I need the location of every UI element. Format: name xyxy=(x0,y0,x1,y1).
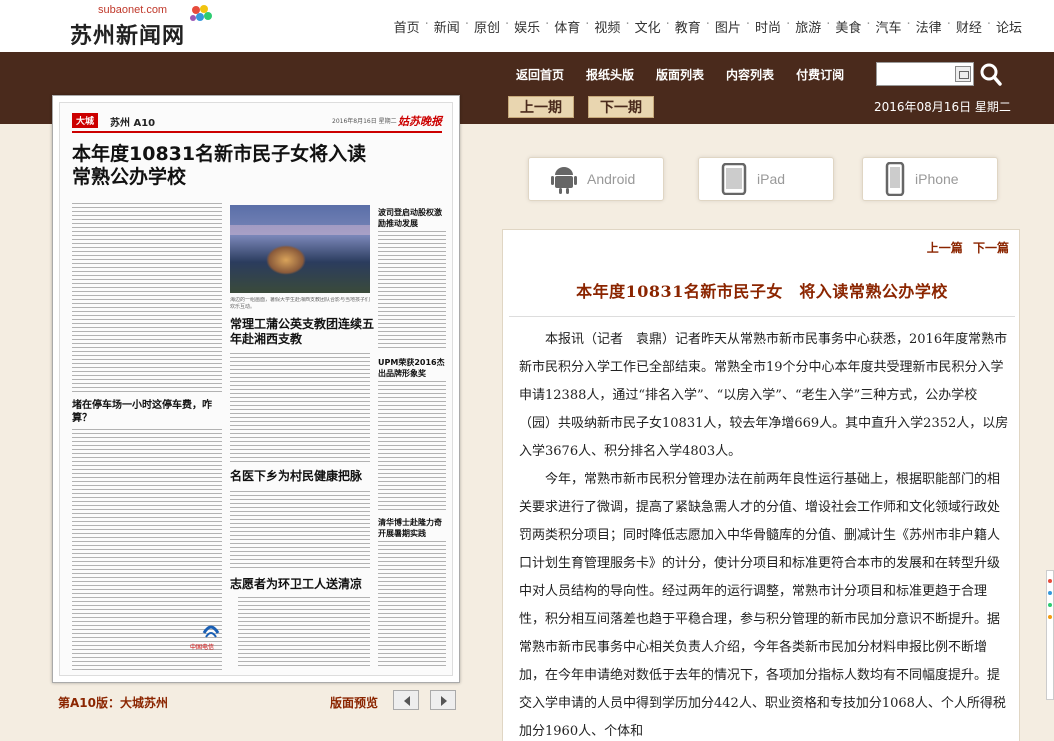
site-header: subaonet.com 苏州新闻网 首页 · 新闻 · 原创 · 娱乐 · 体育 · 视频 · 文化 ·… xyxy=(0,0,1054,52)
top-nav-item[interactable]: 文化 xyxy=(630,17,666,36)
top-nav-item[interactable]: 教育 xyxy=(670,17,706,36)
top-nav-item[interactable]: 视频 xyxy=(589,17,625,36)
article-text-block xyxy=(230,353,370,463)
prev-page-button[interactable] xyxy=(393,690,419,710)
nav-page-list[interactable]: 版面列表 xyxy=(656,66,704,83)
news-photo[interactable] xyxy=(230,205,370,293)
calendar-icon[interactable] xyxy=(955,66,971,82)
top-nav-item[interactable]: 汽车 xyxy=(871,17,907,36)
article-text-block xyxy=(378,541,446,669)
top-nav-item[interactable]: 财经 xyxy=(951,17,987,36)
sub-headline[interactable]: 堵在停车场一小时这停车费，咋算？ xyxy=(72,399,222,425)
iphone-icon xyxy=(885,162,905,196)
current-page-label[interactable]: 第A10版：大城苏州 xyxy=(58,694,168,711)
next-issue-button[interactable]: 下一期 xyxy=(588,96,654,118)
masthead-date: 2016年8月16日 星期二 xyxy=(332,118,397,125)
sub-headline[interactable]: 波司登启动股权激励推动发展 xyxy=(378,207,448,229)
photo-caption: 海边的一组画面，暑假大学生赴湘西支教团队合影与当地孩子们欢乐互动。 xyxy=(230,297,370,310)
article-title: 本年度10831名新市民子女 将入读常熟公办学校 xyxy=(576,282,948,301)
flower-logo-icon xyxy=(190,5,212,21)
top-nav-item[interactable]: 图片 xyxy=(710,17,746,36)
sub-headline[interactable]: 名医下乡为村民健康把脉 xyxy=(230,469,380,484)
article-text-block xyxy=(378,231,446,351)
article-text-block xyxy=(378,381,446,511)
ipad-app-button[interactable]: iPad xyxy=(698,157,834,201)
top-nav-item[interactable]: 论坛 xyxy=(991,17,1027,36)
arrow-left-icon xyxy=(404,696,410,706)
android-icon xyxy=(551,167,577,194)
site-logo[interactable]: subaonet.com 苏州新闻网 xyxy=(70,4,220,49)
page-preview-label: 版面预览 xyxy=(330,696,379,710)
telecom-logo-text: 中国电信 xyxy=(190,644,215,651)
ipad-icon xyxy=(721,163,747,195)
top-nav-item[interactable]: 娱乐 xyxy=(509,17,545,36)
top-nav: 首页 · 新闻 · 原创 · 娱乐 · 体育 · 视频 · 文化 · 教育 · 图片 · 时尚 · 旅游 · 美食 · 汽车 · 法… xyxy=(389,17,1027,36)
paper-nav: 返回首页 报纸头版 版面列表 内容列表 付费订阅 xyxy=(516,66,866,83)
search-icon[interactable] xyxy=(980,62,1002,86)
issue-date: 2016年08月16日 星期二 xyxy=(874,100,1011,114)
telecom-logo-icon xyxy=(202,625,220,638)
nav-front-page[interactable]: 报纸头版 xyxy=(586,66,634,83)
page-headline[interactable]: 本年度10831名新市民子女将入读常熟公办学校 xyxy=(72,143,372,189)
top-nav-item[interactable]: 法律 xyxy=(911,17,947,36)
sub-headline[interactable]: 清华博士赴隆力奇开展暑期实践 xyxy=(378,517,448,539)
prev-issue-button[interactable]: 上一期 xyxy=(508,96,574,118)
top-nav-item[interactable]: 体育 xyxy=(549,17,585,36)
page-masthead: 大城 苏州 A10 2016年8月16日 星期二 姑苏晚报 xyxy=(72,113,442,129)
search-field[interactable] xyxy=(876,62,974,86)
article-text-block xyxy=(238,597,370,669)
iphone-app-button[interactable]: iPhone xyxy=(862,157,998,201)
page-name: 苏州 A10 xyxy=(110,118,156,129)
arrow-right-icon xyxy=(441,696,447,706)
sub-headline[interactable]: 志愿者为环卫工人送清凉 xyxy=(230,577,380,592)
article-paragraph: 本报讯（记者 袁鼎）记者昨天从常熟市新市民事务中心获悉，2016年度常熟市新市民… xyxy=(519,332,1009,459)
article-body: 本报讯（记者 袁鼎）记者昨天从常熟市新市民事务中心获悉，2016年度常熟市新市民… xyxy=(519,326,1009,741)
article-nav: 上一篇 下一篇 xyxy=(921,239,1009,256)
ipad-label: iPad xyxy=(757,171,786,187)
section-tag: 大城 xyxy=(72,113,99,128)
article-text-block xyxy=(72,203,222,393)
nav-content-list[interactable]: 内容列表 xyxy=(726,66,774,83)
android-app-button[interactable]: Android xyxy=(528,157,664,201)
top-nav-item[interactable]: 首页 xyxy=(389,17,425,36)
iphone-label: iPhone xyxy=(915,171,959,187)
masthead-rule xyxy=(72,131,442,133)
newspaper-page-viewer[interactable]: 大城 苏州 A10 2016年8月16日 星期二 姑苏晚报 本年度10831名新… xyxy=(52,95,460,683)
paper-brand: 姑苏晚报 xyxy=(398,115,442,128)
prev-article-link[interactable]: 上一篇 xyxy=(927,241,963,255)
site-domain: subaonet.com xyxy=(98,4,168,16)
top-nav-item[interactable]: 时尚 xyxy=(750,17,786,36)
article-divider xyxy=(509,316,1015,317)
article-text-block xyxy=(230,491,370,571)
next-page-button[interactable] xyxy=(430,690,456,710)
top-nav-item[interactable]: 美食 xyxy=(830,17,866,36)
top-nav-item[interactable]: 新闻 xyxy=(429,17,465,36)
sub-headline[interactable]: 常理工蒲公英支教团连续五年赴湘西支教 xyxy=(230,317,380,347)
nav-home[interactable]: 返回首页 xyxy=(516,66,564,83)
top-nav-item[interactable]: 原创 xyxy=(469,17,505,36)
android-label: Android xyxy=(587,171,636,187)
next-article-link[interactable]: 下一篇 xyxy=(973,241,1009,255)
newspaper-page[interactable]: 大城 苏州 A10 2016年8月16日 星期二 姑苏晚报 本年度10831名新… xyxy=(59,102,453,676)
article-panel: 上一篇 下一篇 本年度10831名新市民子女 将入读常熟公办学校 本报讯（记者 … xyxy=(502,229,1020,741)
top-nav-item[interactable]: 旅游 xyxy=(790,17,826,36)
search-input[interactable] xyxy=(877,63,955,85)
share-side-tab[interactable] xyxy=(1046,570,1054,700)
article-paragraph: 今年，常熟市新市民积分管理办法在前两年良性运行基础上，根据职能部门的相关要求进行… xyxy=(519,472,1006,739)
nav-subscribe[interactable]: 付费订阅 xyxy=(796,66,844,83)
site-name: 苏州新闻网 xyxy=(70,24,186,49)
sub-headline[interactable]: UPM荣获2016杰出品牌形象奖 xyxy=(378,357,448,379)
